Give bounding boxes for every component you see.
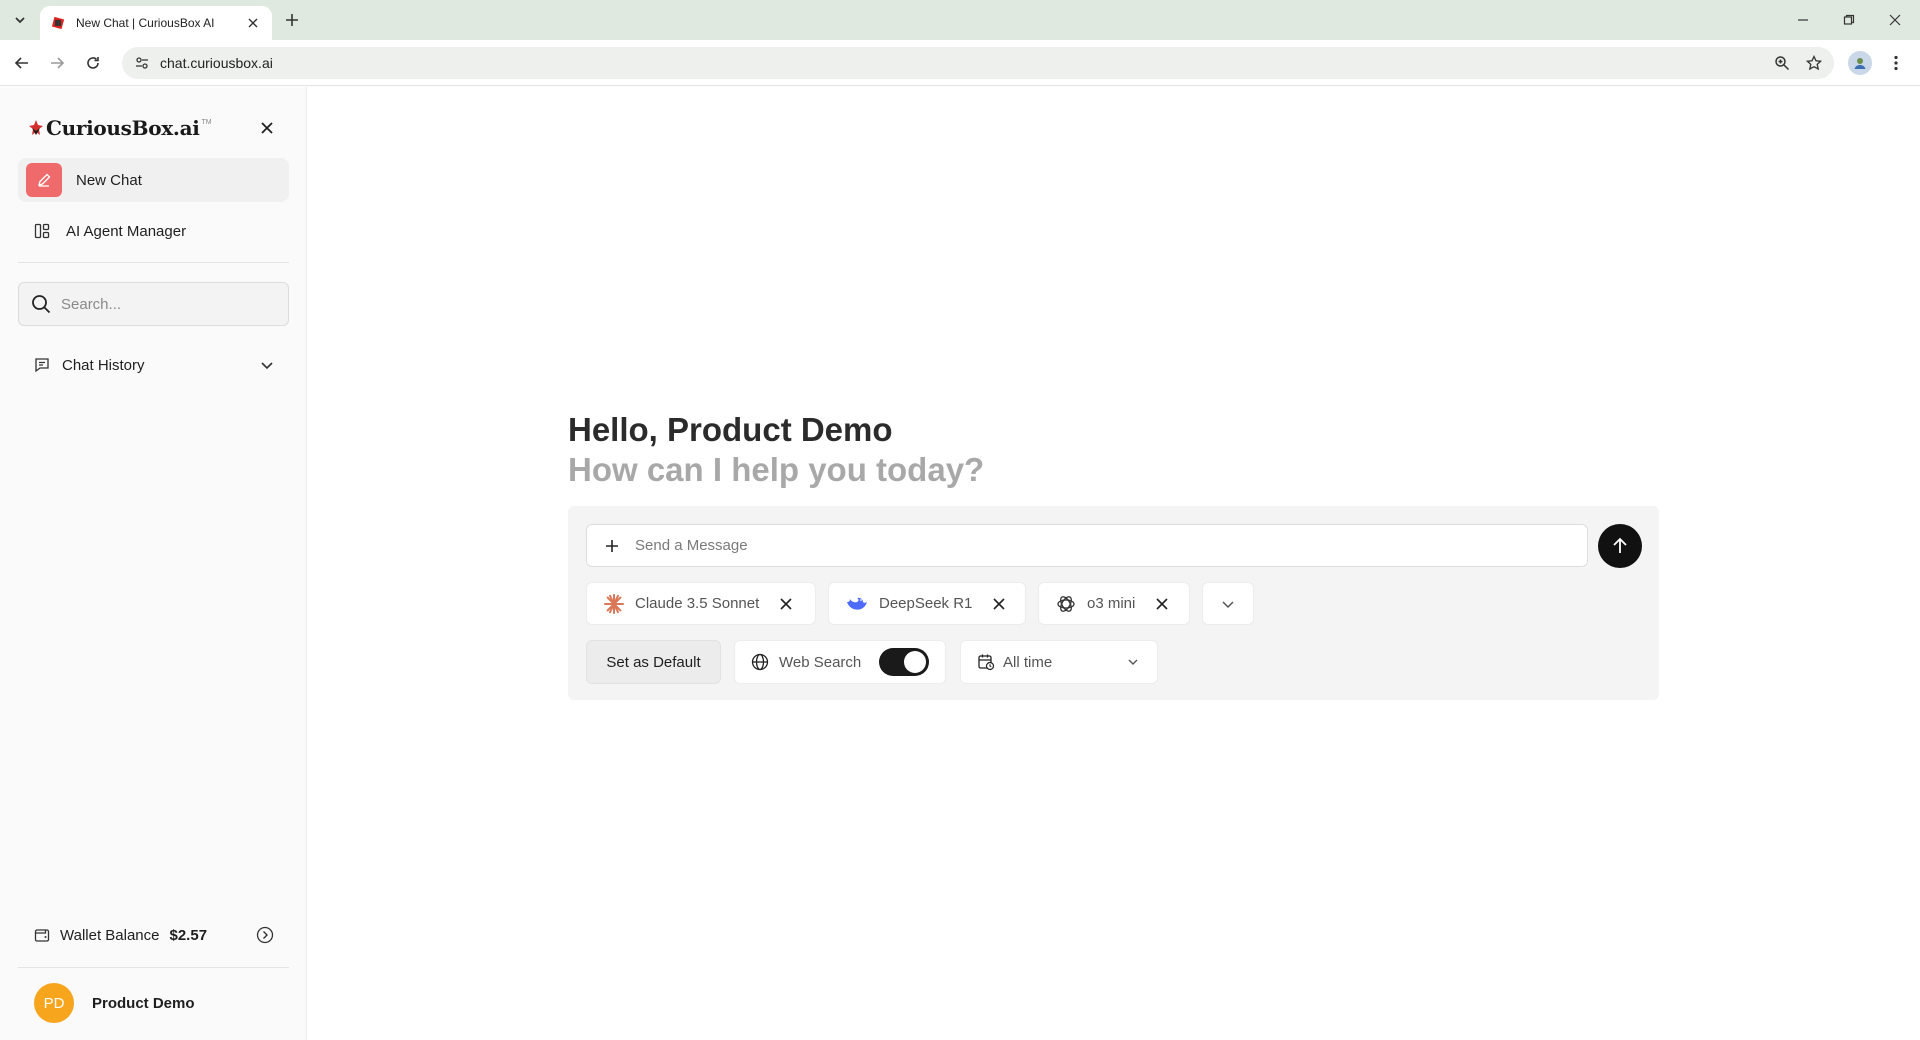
- globe-icon: [751, 653, 769, 671]
- star-icon[interactable]: [1800, 47, 1828, 79]
- profile-icon[interactable]: [1848, 51, 1872, 75]
- tab-list-button[interactable]: [8, 8, 32, 32]
- chat-history-toggle[interactable]: Chat History: [34, 353, 274, 377]
- model-chip-o3-mini[interactable]: o3 mini: [1038, 582, 1190, 625]
- search-icon: [32, 295, 51, 314]
- web-search-toggle[interactable]: [879, 648, 929, 676]
- remove-model-icon[interactable]: [777, 595, 795, 613]
- sidebar: CuriousBox.ai TM New Chat AI Agent Manag…: [0, 87, 307, 1040]
- address-bar[interactable]: chat.curiousbox.ai: [122, 47, 1834, 79]
- sidebar-divider: [18, 262, 289, 263]
- main-content: Hello, Product Demo How can I help you t…: [308, 87, 1920, 1040]
- browser-tab[interactable]: New Chat | CuriousBox AI: [40, 6, 272, 40]
- tab-close-icon[interactable]: [244, 14, 262, 32]
- curiousbox-favicon-icon: [50, 15, 66, 31]
- ai-agent-manager-link[interactable]: AI Agent Manager: [34, 219, 186, 243]
- model-chip-claude[interactable]: Claude 3.5 Sonnet: [586, 582, 816, 625]
- user-name: Product Demo: [92, 994, 195, 1012]
- window-close-button[interactable]: [1872, 6, 1918, 34]
- greeting-subheading: How can I help you today?: [568, 451, 985, 488]
- chevron-down-icon: [15, 17, 25, 24]
- reload-icon: [87, 57, 99, 69]
- close-icon: [261, 122, 273, 134]
- chat-history-label: Chat History: [62, 356, 145, 374]
- model-dropdown-button[interactable]: [1202, 582, 1254, 625]
- minimize-icon: [1798, 19, 1808, 21]
- avatar: PD: [34, 983, 74, 1023]
- model-label: o3 mini: [1087, 595, 1136, 612]
- send-button[interactable]: [1598, 524, 1642, 568]
- layout-grid-icon: [34, 223, 50, 239]
- openai-icon: [1057, 595, 1075, 612]
- back-button[interactable]: [9, 50, 35, 76]
- chevron-down-icon: [1222, 600, 1234, 608]
- wallet-balance: Wallet Balance $2.57: [34, 923, 274, 947]
- model-label: DeepSeek R1: [879, 595, 973, 612]
- ai-agent-manager-label: AI Agent Manager: [66, 222, 187, 240]
- brand-trademark: TM: [201, 118, 212, 126]
- forward-icon: [51, 57, 65, 69]
- message-composer: Claude 3.5 Sonnet DeepSeek R1 o3 mini: [568, 506, 1659, 700]
- back-icon: [14, 57, 28, 69]
- set-as-default-button[interactable]: Set as Default: [586, 640, 721, 684]
- plus-icon[interactable]: [605, 539, 619, 553]
- remove-model-icon[interactable]: [1153, 595, 1171, 613]
- site-info-icon[interactable]: [134, 55, 150, 71]
- deepseek-icon: [847, 597, 867, 610]
- sidebar-divider: [18, 967, 289, 968]
- more-vert-icon[interactable]: [1884, 51, 1908, 75]
- greeting-heading: Hello, Product Demo: [568, 411, 893, 448]
- curiousbox-logo-icon: [29, 120, 43, 135]
- wallet-label: Wallet Balance: [60, 926, 160, 944]
- wallet-icon: [34, 929, 50, 942]
- search-input[interactable]: [61, 295, 281, 313]
- new-tab-button[interactable]: [280, 8, 304, 32]
- tab-title: New Chat | CuriousBox AI: [76, 16, 215, 30]
- wallet-amount: $2.57: [169, 926, 208, 944]
- search-box[interactable]: [18, 282, 289, 326]
- plus-icon: [286, 14, 298, 26]
- restore-button[interactable]: [1826, 6, 1872, 34]
- reload-button[interactable]: [80, 50, 106, 76]
- calendar-clock-icon: [978, 654, 995, 671]
- browser-tab-bar: New Chat | CuriousBox AI: [0, 0, 1920, 40]
- browser-toolbar: chat.curiousbox.ai: [0, 40, 1920, 86]
- chevron-down-icon: [1127, 656, 1139, 668]
- url-text: chat.curiousbox.ai: [160, 55, 273, 71]
- forward-button[interactable]: [44, 50, 70, 76]
- message-input[interactable]: [635, 537, 1535, 554]
- remove-model-icon[interactable]: [990, 595, 1008, 613]
- toggle-knob: [904, 651, 926, 673]
- user-profile[interactable]: PD Product Demo: [34, 983, 195, 1023]
- time-filter-label: All time: [1003, 653, 1053, 671]
- brand-logo[interactable]: CuriousBox.ai TM: [26, 113, 212, 143]
- new-chat-button[interactable]: New Chat: [18, 158, 289, 202]
- restore-icon: [1843, 14, 1855, 25]
- web-search-control: Web Search: [734, 640, 946, 684]
- chevron-down-icon: [261, 362, 273, 370]
- model-chip-deepseek[interactable]: DeepSeek R1: [828, 582, 1026, 625]
- web-search-label: Web Search: [779, 653, 862, 671]
- close-icon: [1889, 14, 1901, 26]
- minimize-button[interactable]: [1780, 6, 1826, 34]
- close-sidebar-button[interactable]: [256, 117, 278, 139]
- claude-icon: [604, 593, 624, 614]
- new-chat-label: New Chat: [76, 171, 142, 189]
- chevron-right-circle-icon[interactable]: [256, 926, 274, 944]
- message-square-icon: [35, 358, 49, 373]
- arrow-up-icon: [1613, 537, 1627, 553]
- brand-name: CuriousBox.ai: [46, 116, 200, 140]
- pencil-icon: [26, 163, 62, 197]
- message-box[interactable]: [586, 524, 1588, 567]
- model-label: Claude 3.5 Sonnet: [635, 595, 760, 612]
- time-filter-select[interactable]: All time: [960, 640, 1158, 684]
- zoom-icon[interactable]: [1768, 47, 1796, 79]
